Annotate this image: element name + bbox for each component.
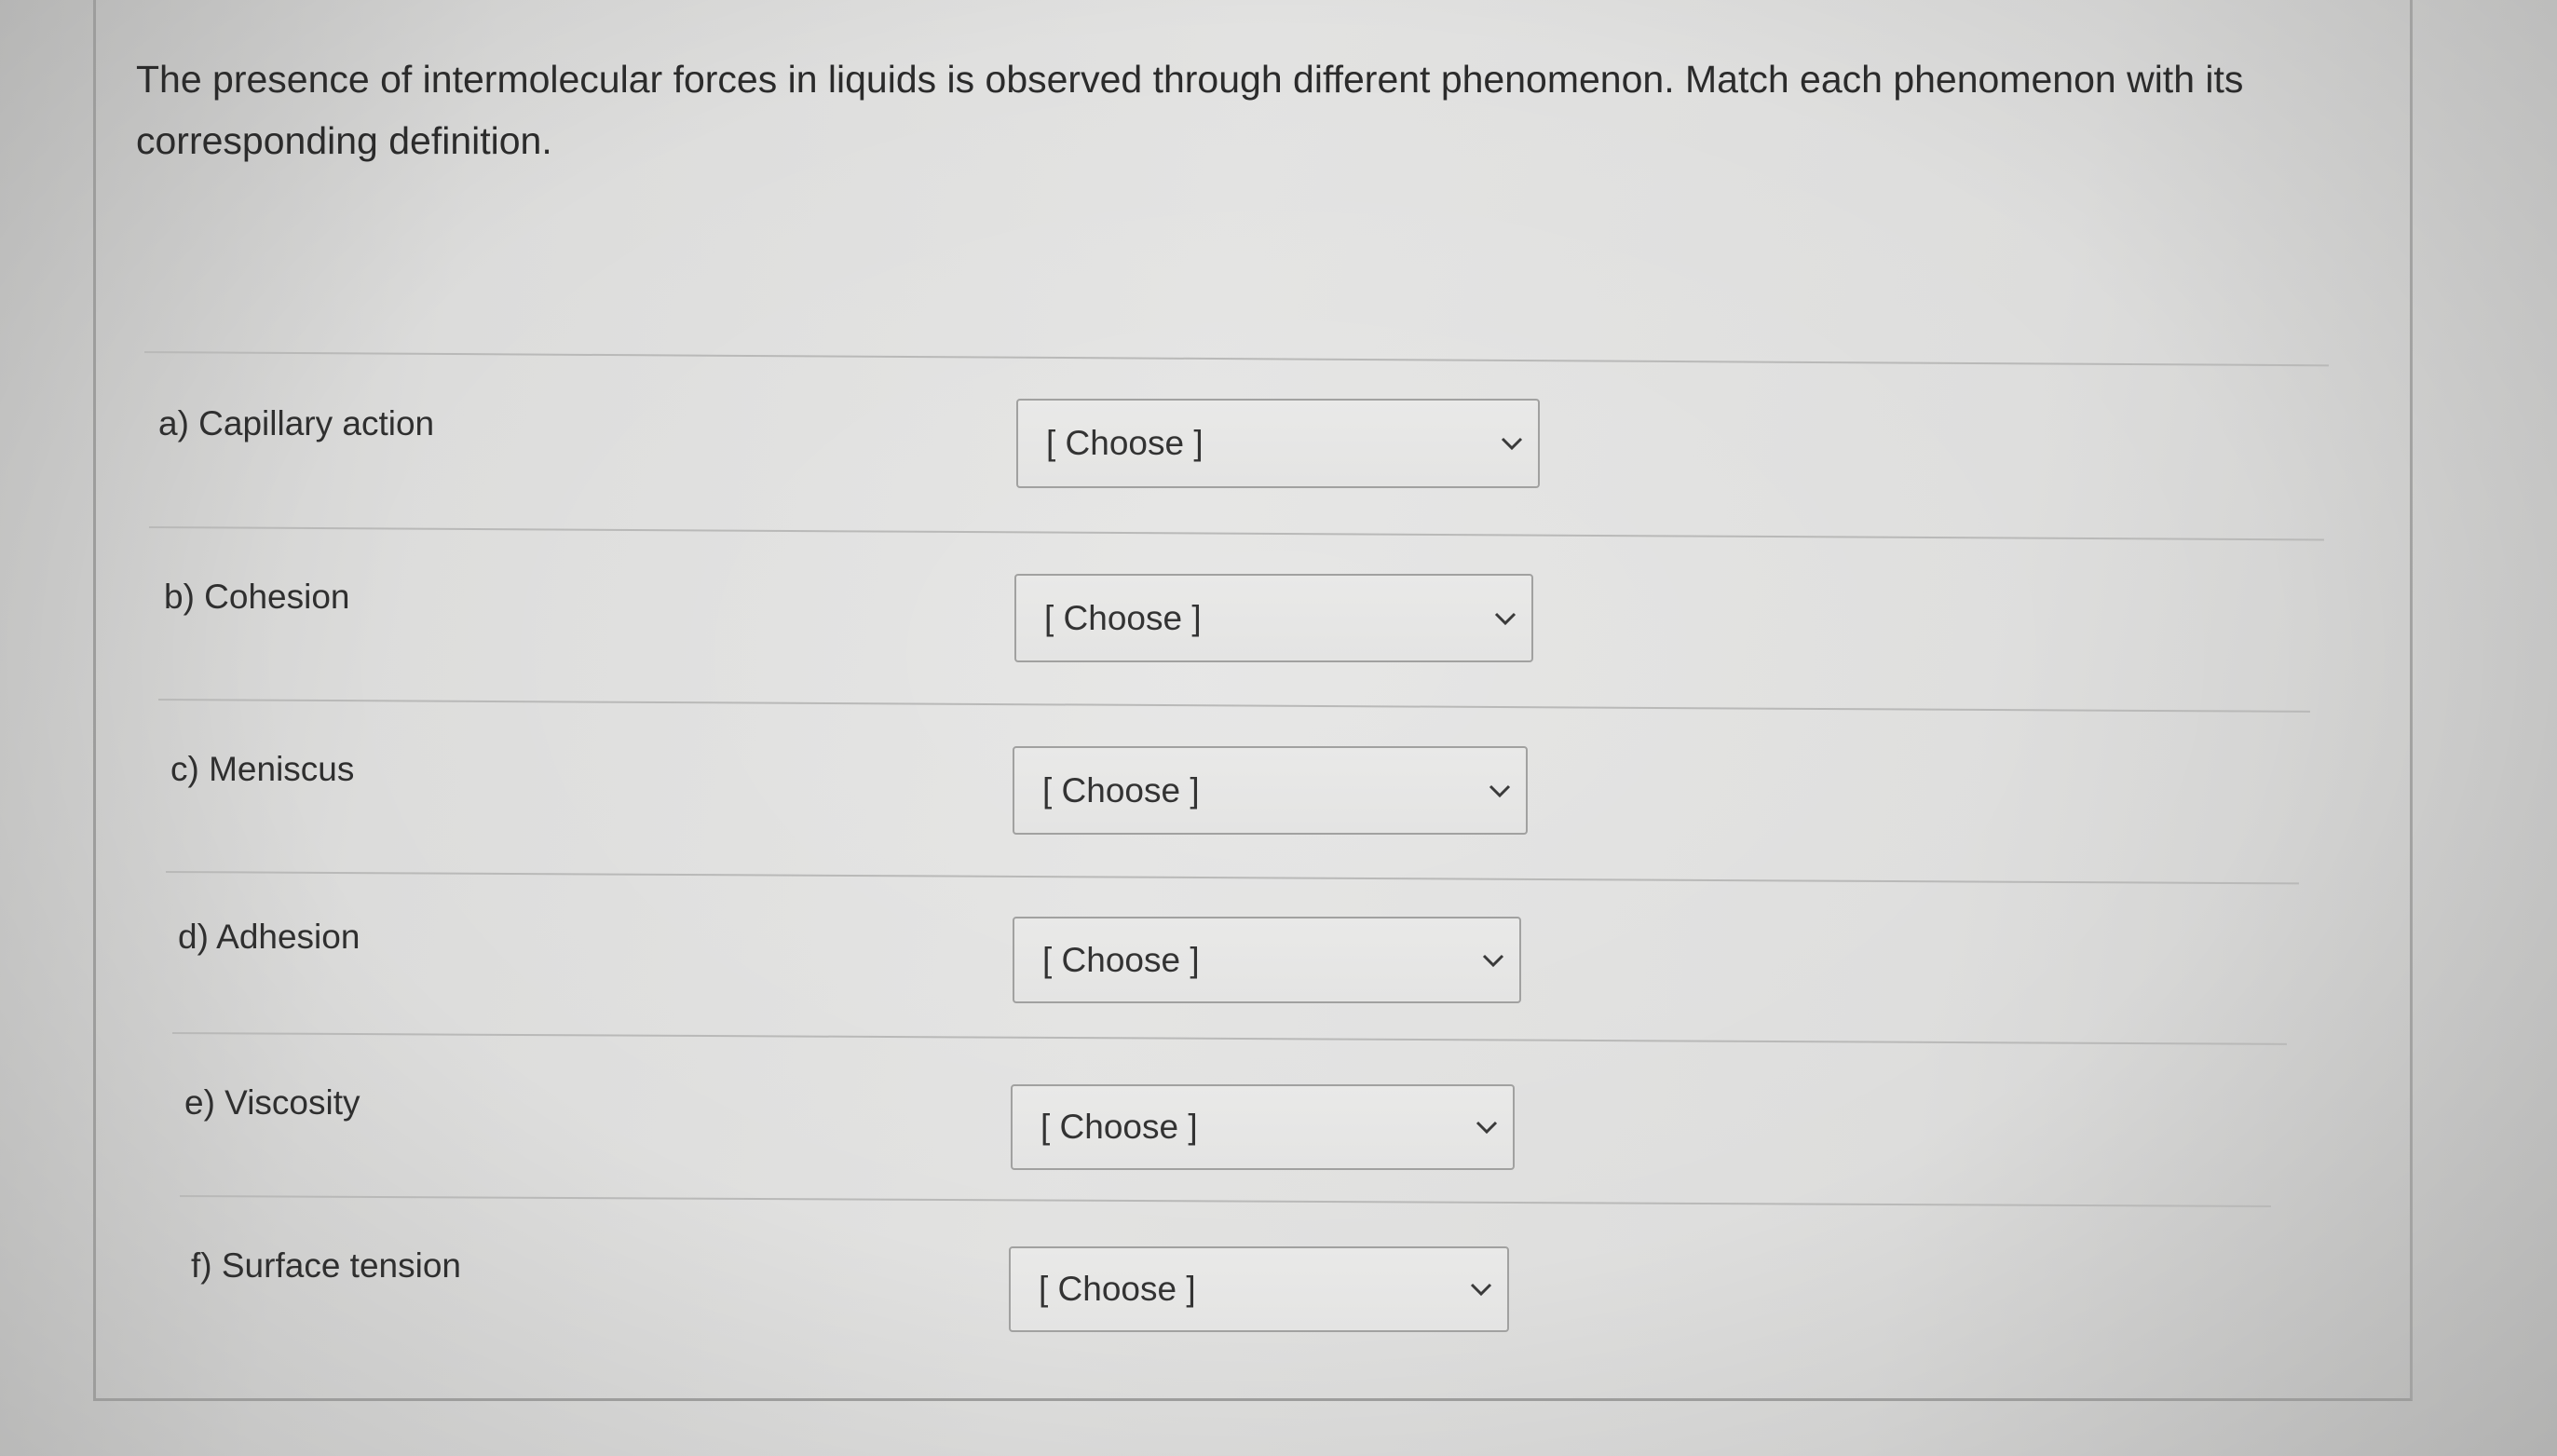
select-value: [ Choose ] (1040, 1108, 1198, 1146)
select-value: [ Choose ] (1044, 598, 1202, 637)
select-surface-tension[interactable]: [ Choose ] (1009, 1246, 1509, 1332)
chevron-down-icon (1474, 1118, 1500, 1136)
row-label-surface-tension: f) Surface tension (191, 1246, 461, 1285)
select-value: [ Choose ] (1042, 940, 1200, 979)
select-viscosity[interactable]: [ Choose ] (1011, 1084, 1515, 1170)
row-label-adhesion: d) Adhesion (178, 918, 360, 956)
matching-list: a) Capillary action [ Choose ] b) Cohesi… (0, 0, 2557, 1456)
row-label-viscosity: e) Viscosity (184, 1083, 360, 1122)
row-label-meniscus: c) Meniscus (170, 750, 355, 788)
chevron-down-icon (1480, 951, 1506, 970)
select-cohesion[interactable]: [ Choose ] (1014, 574, 1533, 662)
select-value: [ Choose ] (1046, 424, 1204, 462)
select-capillary-action[interactable]: [ Choose ] (1016, 399, 1540, 488)
row-divider (143, 351, 2329, 367)
select-value: [ Choose ] (1039, 1270, 1196, 1308)
row-label-capillary-action: a) Capillary action (158, 404, 435, 442)
select-adhesion[interactable]: [ Choose ] (1013, 917, 1521, 1003)
select-value: [ Choose ] (1042, 770, 1200, 810)
chevron-down-icon (1492, 609, 1518, 628)
chevron-down-icon (1468, 1280, 1494, 1299)
chevron-down-icon (1487, 782, 1513, 800)
select-meniscus[interactable]: [ Choose ] (1013, 746, 1528, 835)
row-divider (148, 526, 2324, 541)
row-divider (171, 1032, 2287, 1045)
row-divider (179, 1195, 2271, 1207)
row-label-cohesion: b) Cohesion (164, 578, 350, 616)
row-divider (165, 871, 2299, 885)
row-divider (157, 699, 2310, 713)
chevron-down-icon (1499, 434, 1525, 453)
